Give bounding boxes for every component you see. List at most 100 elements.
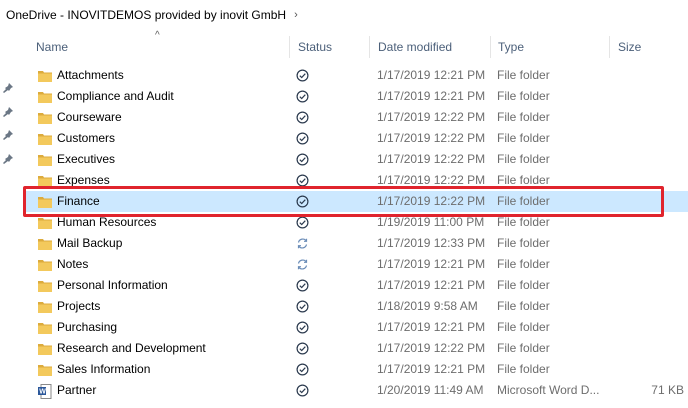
file-type: File folder [497, 215, 550, 229]
file-size [610, 338, 684, 359]
file-type: File folder [497, 341, 550, 355]
file-type: File folder [497, 131, 550, 145]
file-name[interactable]: Expenses [57, 170, 307, 191]
folder-icon [38, 258, 52, 271]
file-row[interactable]: Attachments 1/17/2019 12:21 PM File folder [24, 65, 688, 86]
file-type: File folder [497, 236, 550, 250]
file-name[interactable]: Compliance and Audit [57, 86, 307, 107]
column-header-size[interactable]: Size [610, 34, 688, 60]
file-size [610, 233, 684, 254]
file-type: File folder [497, 278, 550, 292]
file-type: File folder [497, 152, 550, 166]
date-modified: 1/17/2019 12:22 PM [377, 173, 486, 187]
pin-icon[interactable] [2, 106, 14, 118]
file-name[interactable]: Sales Information [57, 359, 307, 380]
date-modified: 1/17/2019 12:21 PM [377, 320, 486, 334]
synced-check-icon [296, 384, 309, 397]
date-modified: 1/17/2019 12:21 PM [377, 278, 486, 292]
file-row[interactable]: Research and Development 1/17/2019 12:22 … [24, 338, 688, 359]
file-name[interactable]: Customers [57, 128, 307, 149]
file-name[interactable]: Mail Backup [57, 233, 307, 254]
date-modified: 1/17/2019 12:21 PM [377, 257, 486, 271]
column-header: ^ Name Status Date modified Type Size [24, 30, 688, 60]
folder-icon [38, 195, 52, 208]
date-modified: 1/19/2019 11:00 PM [377, 215, 485, 229]
column-header-status[interactable]: Status [290, 34, 370, 60]
folder-icon [38, 279, 52, 292]
file-name[interactable]: Purchasing [57, 317, 307, 338]
synced-check-icon [296, 342, 309, 355]
column-header-type[interactable]: Type [490, 34, 608, 60]
file-row[interactable]: Expenses 1/17/2019 12:22 PM File folder [24, 170, 688, 191]
column-header-date-modified[interactable]: Date modified [370, 34, 490, 60]
pin-icon[interactable] [2, 82, 14, 94]
folder-icon [38, 342, 52, 355]
file-size [610, 149, 684, 170]
file-row[interactable]: Mail Backup 1/17/2019 12:33 PM File folder [24, 233, 688, 254]
date-modified: 1/17/2019 12:21 PM [377, 68, 486, 82]
file-row[interactable]: Personal Information 1/17/2019 12:21 PM Fi… [24, 275, 688, 296]
svg-text:W: W [39, 389, 46, 396]
date-modified: 1/18/2019 9:58 AM [377, 299, 478, 313]
file-type: File folder [497, 194, 550, 208]
file-type: File folder [497, 89, 550, 103]
sync-pending-icon [296, 258, 309, 271]
folder-icon [38, 363, 52, 376]
file-row[interactable]: Notes 1/17/2019 12:21 PM File folder [24, 254, 688, 275]
file-size [610, 296, 684, 317]
synced-check-icon [296, 216, 309, 229]
folder-icon [38, 216, 52, 229]
file-type: File folder [497, 299, 550, 313]
file-size [610, 170, 684, 191]
file-name[interactable]: Attachments [57, 65, 307, 86]
file-row[interactable]: Sales Information 1/17/2019 12:21 PM File … [24, 359, 688, 380]
synced-check-icon [296, 90, 309, 103]
file-row[interactable]: Executives 1/17/2019 12:22 PM File folder [24, 149, 688, 170]
date-modified: 1/20/2019 11:49 AM [377, 383, 484, 397]
file-type: File folder [497, 362, 550, 376]
file-row[interactable]: Purchasing 1/17/2019 12:21 PM File folder [24, 317, 688, 338]
chevron-right-icon[interactable]: › [294, 9, 298, 21]
folder-icon [38, 153, 52, 166]
folder-icon [38, 321, 52, 334]
file-row[interactable]: Courseware 1/17/2019 12:22 PM File folder [24, 107, 688, 128]
synced-check-icon [296, 69, 309, 82]
file-name[interactable]: Partner [57, 380, 307, 401]
synced-check-icon [296, 363, 309, 376]
file-size [610, 107, 684, 128]
synced-check-icon [296, 300, 309, 313]
file-name[interactable]: Personal Information [57, 275, 307, 296]
file-row[interactable]: Projects 1/18/2019 9:58 AM File folder [24, 296, 688, 317]
pin-icon[interactable] [2, 129, 14, 141]
file-name[interactable]: Research and Development [57, 338, 307, 359]
file-row[interactable]: Customers 1/17/2019 12:22 PM File folder [24, 128, 688, 149]
file-size [610, 359, 684, 380]
date-modified: 1/17/2019 12:22 PM [377, 194, 486, 208]
synced-check-icon [296, 321, 309, 334]
file-row[interactable]: Human Resources 1/19/2019 11:00 PM File fo… [24, 212, 688, 233]
file-name[interactable]: Executives [57, 149, 307, 170]
date-modified: 1/17/2019 12:21 PM [377, 89, 486, 103]
file-type: File folder [497, 68, 550, 82]
file-size [610, 128, 684, 149]
file-name[interactable]: Human Resources [57, 212, 307, 233]
breadcrumb-onedrive[interactable]: OneDrive - INOVITDEMOS provided by inovi… [6, 8, 286, 22]
breadcrumb[interactable]: OneDrive - INOVITDEMOS provided by inovi… [0, 0, 688, 30]
file-name[interactable]: Courseware [57, 107, 307, 128]
pin-icon[interactable] [2, 153, 14, 165]
file-type: File folder [497, 320, 550, 334]
file-name[interactable]: Notes [57, 254, 307, 275]
file-type: File folder [497, 110, 550, 124]
folder-icon [38, 300, 52, 313]
file-name[interactable]: Finance [57, 191, 307, 212]
file-row[interactable]: W Partner 1/20/2019 11:49 AM Microsoft Word… [24, 380, 688, 401]
column-header-name[interactable]: Name [28, 34, 288, 60]
file-name[interactable]: Projects [57, 296, 307, 317]
file-row[interactable]: Compliance and Audit 1/17/2019 12:21 PM Fi… [24, 86, 688, 107]
file-type: File folder [497, 257, 550, 271]
date-modified: 1/17/2019 12:22 PM [377, 131, 486, 145]
folder-icon [38, 237, 52, 250]
date-modified: 1/17/2019 12:22 PM [377, 110, 486, 124]
date-modified: 1/17/2019 12:22 PM [377, 152, 486, 166]
file-row[interactable]: Finance 1/17/2019 12:22 PM File folder [24, 191, 688, 212]
